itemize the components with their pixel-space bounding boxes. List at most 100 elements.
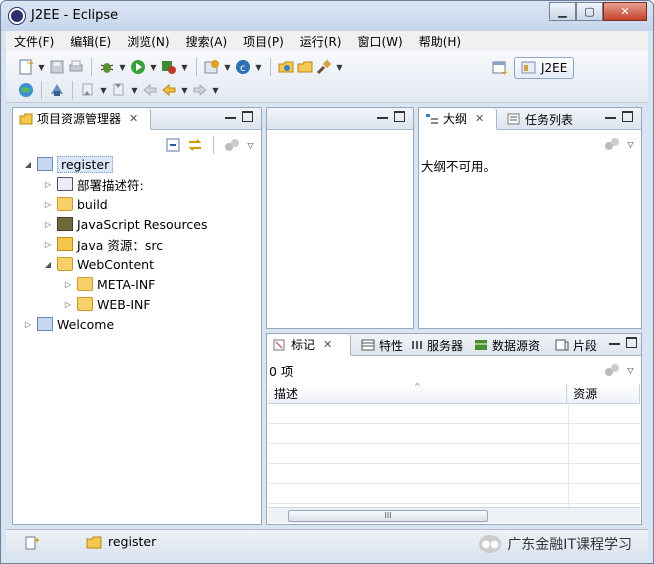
tree-item[interactable]: ▷ 部署描述符:	[13, 174, 261, 194]
open-resource-icon[interactable]	[297, 59, 313, 75]
editor-tabbar	[267, 108, 413, 130]
run-dropdown-icon[interactable]: ▼	[149, 63, 158, 72]
tab-label: 任务列表	[525, 112, 574, 127]
print-icon[interactable]	[68, 59, 84, 75]
external-tools-dropdown-icon[interactable]: ▼	[180, 63, 189, 72]
collapse-all-icon[interactable]	[165, 137, 181, 153]
collapsed-arrow-icon[interactable]: ▷	[43, 200, 53, 209]
new-class-icon[interactable]: c	[235, 59, 251, 75]
forward-icon[interactable]	[192, 82, 208, 98]
tree-item-label: Java 资源：src	[77, 237, 164, 253]
expanded-arrow-icon[interactable]: ◢	[43, 260, 53, 269]
tab-properties[interactable]: 特性	[355, 334, 409, 356]
debug-icon[interactable]	[99, 59, 115, 75]
search-tool-icon[interactable]	[316, 59, 332, 75]
collapsed-arrow-icon[interactable]: ▷	[63, 280, 73, 289]
view-menu-icon[interactable]: ▽	[626, 366, 635, 375]
tab-task-list[interactable]: 任务列表	[501, 108, 579, 130]
scrollbar-thumb[interactable]: III	[288, 510, 488, 522]
new-server-icon[interactable]	[204, 59, 220, 75]
search-tool-dropdown-icon[interactable]: ▼	[335, 63, 344, 72]
view-options-icon[interactable]	[604, 362, 620, 378]
horizontal-scrollbar[interactable]: III	[268, 507, 640, 523]
new-icon[interactable]: ✦	[18, 59, 34, 75]
next-annotation-dropdown-icon[interactable]: ▼	[99, 86, 108, 95]
tab-data-source[interactable]: 数据源资	[468, 334, 546, 356]
forward-dropdown-icon[interactable]: ▼	[211, 86, 220, 95]
menu-window[interactable]: 窗口(W)	[349, 33, 410, 50]
open-type-icon[interactable]	[278, 59, 294, 75]
tab-outline[interactable]: 大纲 ✕	[419, 108, 497, 130]
new-class-dropdown-icon[interactable]: ▼	[254, 63, 263, 72]
menu-help[interactable]: 帮助(H)	[411, 33, 469, 50]
tree-item[interactable]: ◢ register	[13, 154, 261, 174]
toolbar-separator	[41, 81, 42, 99]
tab-markers[interactable]: 标记 ✕	[267, 334, 351, 356]
tree-item[interactable]: ▷ JavaScript Resources	[13, 214, 261, 234]
collapsed-arrow-icon[interactable]: ▷	[43, 220, 53, 229]
tab-servers[interactable]: 服务器	[405, 334, 469, 356]
collapsed-arrow-icon[interactable]: ▷	[63, 300, 73, 309]
menu-navigate[interactable]: 浏览(N)	[119, 33, 177, 50]
window-title: J2EE - Eclipse	[31, 8, 119, 23]
maximize-view-icon[interactable]	[242, 111, 253, 122]
view-options-icon[interactable]	[224, 137, 240, 153]
menu-edit[interactable]: 编辑(E)	[62, 33, 119, 50]
tree-item[interactable]: ▷ WEB-INF	[13, 294, 261, 314]
close-tab-icon[interactable]: ✕	[475, 112, 484, 125]
view-menu-icon[interactable]: ▽	[246, 141, 255, 150]
back-icon[interactable]	[161, 82, 177, 98]
tree-item[interactable]: ▷ META-INF	[13, 274, 261, 294]
link-with-editor-icon[interactable]	[187, 137, 203, 153]
menu-search[interactable]: 搜索(A)	[178, 33, 236, 50]
globe-icon[interactable]	[18, 82, 34, 98]
deploy-icon[interactable]	[49, 82, 65, 98]
collapsed-arrow-icon[interactable]: ▷	[43, 240, 53, 249]
view-options-icon[interactable]	[604, 136, 620, 152]
open-perspective-icon[interactable]: +	[492, 60, 508, 76]
j2ee-perspective-icon	[521, 61, 536, 74]
minimize-editor-icon[interactable]	[377, 113, 388, 119]
maximize-view-icon[interactable]	[626, 337, 637, 348]
collapsed-arrow-icon[interactable]: ▷	[23, 320, 33, 329]
column-description[interactable]: 描述 ^	[268, 382, 568, 403]
column-resource[interactable]: 资源	[567, 384, 640, 403]
save-icon[interactable]	[49, 59, 65, 75]
minimize-view-icon[interactable]	[225, 113, 236, 119]
minimize-view-icon[interactable]	[605, 113, 616, 119]
fast-view-icon[interactable]: ✦	[24, 535, 40, 551]
view-menu-icon[interactable]: ▽	[626, 140, 635, 149]
external-tools-icon[interactable]	[161, 59, 177, 75]
tree-item[interactable]: ▷ Welcome	[13, 314, 261, 334]
tree-item[interactable]: ◢ WebContent	[13, 254, 261, 274]
status-selection-label: register	[108, 534, 157, 549]
collapsed-arrow-icon[interactable]: ▷	[43, 180, 53, 189]
new-server-dropdown-icon[interactable]: ▼	[223, 63, 232, 72]
last-edit-icon[interactable]	[142, 82, 158, 98]
tree-item[interactable]: ▷ build	[13, 194, 261, 214]
maximize-editor-icon[interactable]	[394, 111, 405, 122]
prev-annotation-dropdown-icon[interactable]: ▼	[130, 86, 139, 95]
j2ee-perspective-button[interactable]: J2EE	[514, 57, 575, 79]
maximize-button[interactable]: ▢	[576, 2, 603, 21]
back-dropdown-icon[interactable]: ▼	[180, 86, 189, 95]
expanded-arrow-icon[interactable]: ◢	[23, 160, 33, 169]
new-dropdown-icon[interactable]: ▼	[37, 63, 46, 72]
close-button[interactable]: ✕	[603, 2, 647, 21]
minimize-view-icon[interactable]	[609, 339, 620, 345]
close-tab-icon[interactable]: ✕	[129, 112, 138, 125]
menu-project[interactable]: 项目(P)	[235, 33, 292, 50]
tab-project-explorer[interactable]: 项目资源管理器 ✕	[13, 108, 151, 130]
tree-item[interactable]: ▷ Java 资源：src	[13, 234, 261, 254]
minimize-button[interactable]: ▁	[549, 2, 576, 21]
close-tab-icon[interactable]: ✕	[323, 338, 332, 351]
next-annotation-icon[interactable]	[80, 82, 96, 98]
prev-annotation-icon[interactable]	[111, 82, 127, 98]
tab-snippets[interactable]: 片段	[549, 334, 603, 356]
menu-file[interactable]: 文件(F)	[6, 33, 62, 50]
run-icon[interactable]	[130, 59, 146, 75]
menu-run[interactable]: 运行(R)	[292, 33, 350, 50]
tree-item-label: Welcome	[57, 316, 115, 332]
debug-dropdown-icon[interactable]: ▼	[118, 63, 127, 72]
maximize-view-icon[interactable]	[622, 111, 633, 122]
